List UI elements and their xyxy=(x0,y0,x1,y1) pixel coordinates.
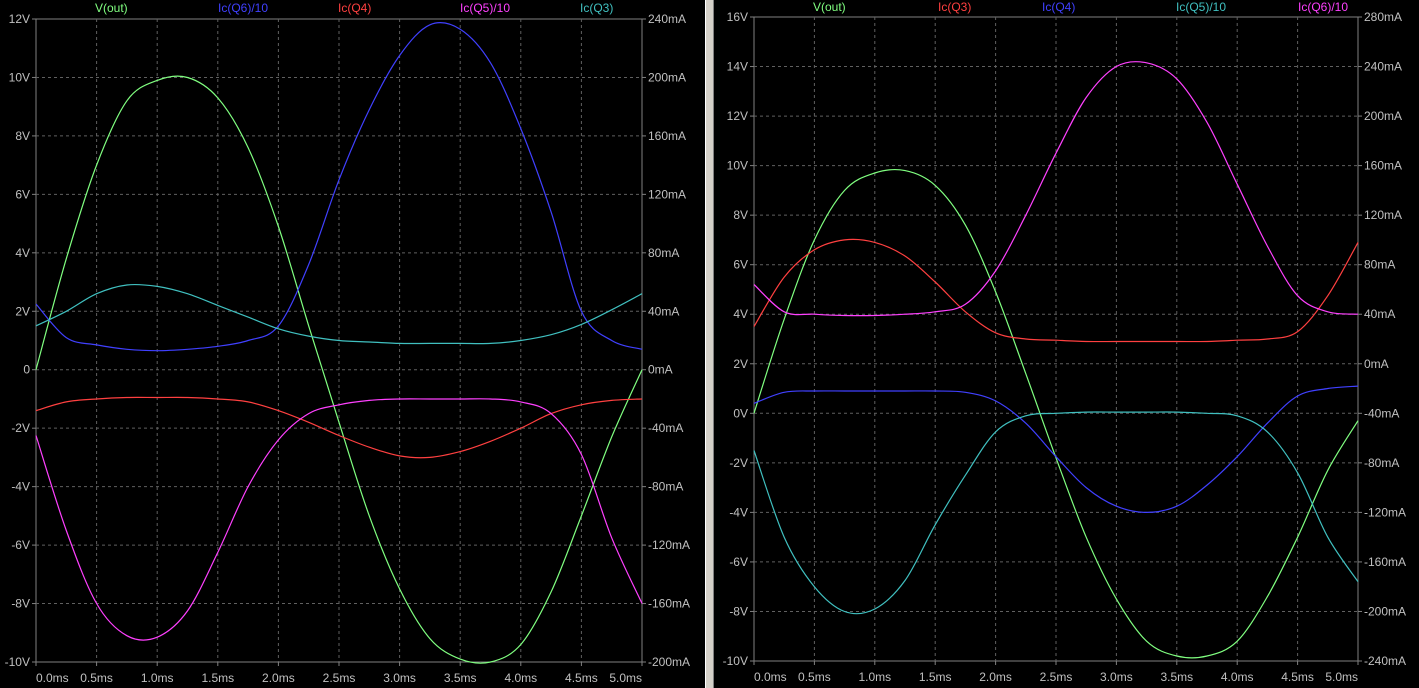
y-left-tick-label: 12V xyxy=(727,109,748,123)
pane-splitter[interactable] xyxy=(705,0,714,688)
y-left-tick-label: 2V xyxy=(733,357,748,371)
y-left-tick-label: 10V xyxy=(727,159,748,173)
waveform-plot-left[interactable]: 0.0ms 0.5ms 1.0ms 1.5ms 2.0ms 2.5ms 3.0ms 3.5ms… xyxy=(0,0,705,688)
x-tick-label: 1.5ms xyxy=(201,671,234,685)
x-tick-label: 2.0ms xyxy=(979,670,1012,684)
y-left-tick-label: 14V xyxy=(727,60,748,74)
trace-label[interactable]: Ic(Q6)/10 xyxy=(1298,0,1348,14)
x-tick-label: 4.5ms xyxy=(1281,670,1314,684)
x-tick-label: 2.5ms xyxy=(323,671,356,685)
trace-label[interactable]: V(out) xyxy=(95,1,128,15)
y-right-tick-label: 120mA xyxy=(648,187,686,201)
y-right-tick-label: 200mA xyxy=(648,70,686,84)
y-left-tick-label: -8V xyxy=(11,597,30,611)
plot-pane-right[interactable]: 0.0ms 0.5ms 1.0ms 1.5ms 2.0ms 2.5ms 3.0ms 3.5ms… xyxy=(714,0,1419,688)
y-right-tick-label: -160mA xyxy=(648,597,690,611)
x-tick-label: 2.5ms xyxy=(1040,670,1073,684)
x-tick-label: 5.0ms xyxy=(1325,670,1358,684)
y-left-tick-label: -10V xyxy=(5,655,30,669)
y-right-tick-label: 40mA xyxy=(1364,307,1395,321)
trace-label[interactable]: Ic(Q4) xyxy=(1042,0,1075,14)
y-right-tick-label: -160mA xyxy=(1364,555,1406,569)
y-right-tick-label: 160mA xyxy=(648,129,686,143)
y-left-tick-label: -4V xyxy=(11,480,30,494)
x-tick-label: 3.5ms xyxy=(1160,670,1193,684)
x-tick-label: 4.0ms xyxy=(504,671,537,685)
plot-pane-left[interactable]: 0.0ms 0.5ms 1.0ms 1.5ms 2.0ms 2.5ms 3.0ms 3.5ms… xyxy=(0,0,705,688)
y-right-tick-label: -240mA xyxy=(1364,654,1406,668)
x-tick-label: 1.0ms xyxy=(141,671,174,685)
trace-label[interactable]: Ic(Q3) xyxy=(938,0,971,14)
y-left-tick-label: 8V xyxy=(15,129,30,143)
x-tick-label: 0.0ms xyxy=(754,670,787,684)
x-tick-label: 4.5ms xyxy=(565,671,598,685)
x-tick-label: 0.5ms xyxy=(798,670,831,684)
x-tick-label: 3.0ms xyxy=(383,671,416,685)
x-tick-label: 1.0ms xyxy=(858,670,891,684)
y-left-tick-label: 4V xyxy=(733,307,748,321)
y-right-tick-label: 80mA xyxy=(648,246,679,260)
y-right-tick-label: 0mA xyxy=(648,363,673,377)
y-right-tick-label: -40mA xyxy=(648,421,683,435)
y-right-tick-label: -200mA xyxy=(1364,604,1406,618)
x-tick-label: 0.0ms xyxy=(36,671,69,685)
y-left-tick-label: 4V xyxy=(15,246,30,260)
y-left-tick-label: 2V xyxy=(15,304,30,318)
y-left-tick-label: 0V xyxy=(733,406,748,420)
y-left-tick-label: -2V xyxy=(729,456,748,470)
trace-label[interactable]: Ic(Q4) xyxy=(338,1,371,15)
y-right-tick-label: -40mA xyxy=(1364,406,1399,420)
y-left-tick-label: 6V xyxy=(733,258,748,272)
y-right-tick-label: 280mA xyxy=(1364,10,1402,24)
y-right-tick-label: 120mA xyxy=(1364,208,1402,222)
x-tick-label: 1.5ms xyxy=(919,670,952,684)
x-tick-label: 4.0ms xyxy=(1221,670,1254,684)
y-left-tick-label: -2V xyxy=(11,421,30,435)
y-left-tick-label: 12V xyxy=(9,12,30,26)
y-left-tick-label: -6V xyxy=(729,555,748,569)
y-left-tick-label: -10V xyxy=(723,654,748,668)
y-left-tick-label: 16V xyxy=(727,10,748,24)
trace-label[interactable]: V(out) xyxy=(813,0,846,14)
y-right-tick-label: 0mA xyxy=(1364,357,1389,371)
trace-label[interactable]: Ic(Q5)/10 xyxy=(1176,0,1226,14)
y-left-tick-label: -8V xyxy=(729,604,748,618)
x-tick-label: 3.5ms xyxy=(444,671,477,685)
y-right-tick-label: 240mA xyxy=(1364,60,1402,74)
x-tick-label: 2.0ms xyxy=(262,671,295,685)
y-left-tick-label: 6V xyxy=(15,187,30,201)
y-right-tick-label: 200mA xyxy=(1364,109,1402,123)
y-right-tick-label: -80mA xyxy=(648,480,683,494)
x-tick-label: 3.0ms xyxy=(1100,670,1133,684)
y-right-tick-label: -80mA xyxy=(1364,456,1399,470)
y-left-tick-label: 10V xyxy=(9,70,30,84)
y-right-tick-label: -120mA xyxy=(1364,505,1406,519)
trace-label[interactable]: Ic(Q3) xyxy=(580,1,613,15)
x-tick-label: 0.5ms xyxy=(80,671,113,685)
y-right-tick-label: 160mA xyxy=(1364,159,1402,173)
trace-ic-q3[interactable] xyxy=(753,238,1359,343)
y-right-tick-label: -120mA xyxy=(648,538,690,552)
y-left-tick-label: 8V xyxy=(733,208,748,222)
x-tick-label: 5.0ms xyxy=(609,671,642,685)
trace-label[interactable]: Ic(Q5)/10 xyxy=(460,1,510,15)
trace-label[interactable]: Ic(Q6)/10 xyxy=(218,1,268,15)
waveform-plot-right[interactable]: 0.0ms 0.5ms 1.0ms 1.5ms 2.0ms 2.5ms 3.0ms 3.5ms… xyxy=(714,0,1419,688)
y-left-tick-label: 0 xyxy=(23,363,30,377)
y-left-tick-label: -4V xyxy=(729,505,748,519)
y-left-tick-label: -6V xyxy=(11,538,30,552)
y-right-tick-label: 80mA xyxy=(1364,258,1395,272)
y-right-tick-label: 240mA xyxy=(648,12,686,26)
y-right-tick-label: -200mA xyxy=(648,655,690,669)
y-right-tick-label: 40mA xyxy=(648,304,679,318)
